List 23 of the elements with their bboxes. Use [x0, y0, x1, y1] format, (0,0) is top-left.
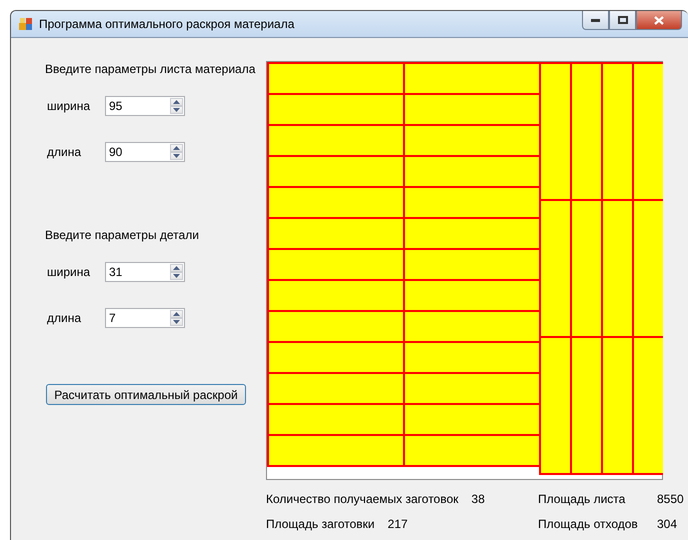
result-value: 217 — [388, 516, 408, 530]
minimize-button[interactable] — [582, 11, 609, 30]
maximize-button[interactable] — [609, 11, 636, 30]
calculate-button[interactable]: Расчитать оптимальный раскрой — [46, 384, 246, 405]
result-value: 304 — [657, 516, 678, 530]
result-label: Количество получаемых заготовок — [266, 492, 458, 506]
window-title: Программа оптимального раскроя материала — [39, 17, 296, 31]
section-heading: Введите параметры листа материала — [45, 62, 256, 77]
app-icon — [19, 17, 33, 31]
result-value: 8550 — [657, 492, 684, 506]
minimize-icon — [591, 18, 600, 22]
result-label: Площадь отходов — [538, 516, 639, 530]
field-label: ширина — [47, 99, 92, 113]
section-heading: Введите параметры детали — [45, 228, 200, 243]
result-label: Площадь листа — [538, 492, 626, 506]
field-label: ширина — [47, 265, 92, 279]
result-value: 38 — [471, 492, 485, 506]
field-label: длина — [47, 311, 82, 325]
maximize-icon — [618, 16, 628, 24]
result-label: Площадь заготовки — [266, 516, 375, 530]
field-label: длина — [47, 145, 82, 159]
close-button[interactable] — [636, 11, 682, 30]
close-icon — [654, 16, 664, 24]
